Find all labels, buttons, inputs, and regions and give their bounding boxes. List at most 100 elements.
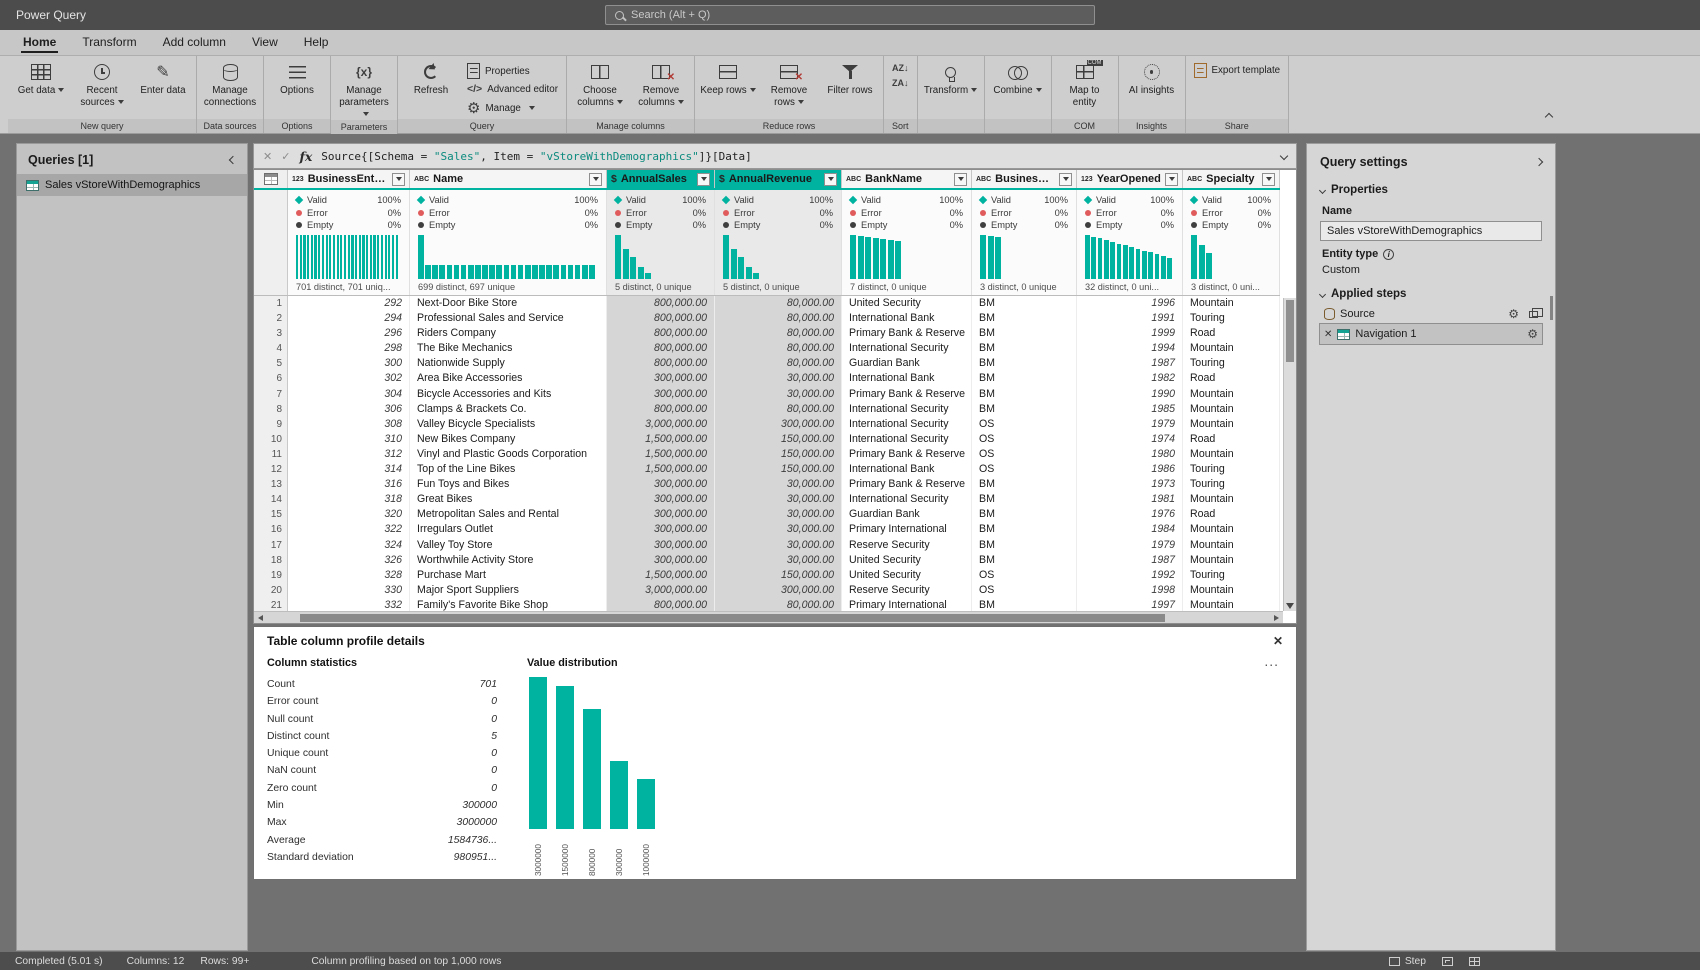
advanced-editor-button[interactable]: Advanced editor	[462, 82, 563, 96]
column-type-icon: ABC	[976, 175, 992, 183]
filter-rows-button[interactable]: Filter rows	[820, 59, 880, 119]
refresh-button[interactable]: Refresh	[401, 59, 461, 119]
remove-columns-icon	[652, 65, 675, 83]
menu-tab-transform[interactable]: Transform	[69, 31, 149, 55]
column-header-businessentityid[interactable]: 123BusinessEntityID	[288, 170, 410, 188]
column-header-bankname[interactable]: ABC BankName	[842, 170, 972, 188]
column-header-businesstype[interactable]: ABCBusinessType	[972, 170, 1077, 188]
menu-tab-add-column[interactable]: Add column	[150, 31, 239, 55]
properties-section-header[interactable]: Properties	[1307, 178, 1555, 200]
applied-step-navigation-1[interactable]: ✕ Navigation 1 ⚙	[1319, 323, 1543, 345]
sort-descending-icon	[892, 78, 909, 89]
query-item-sales-vstorewithdemographics[interactable]: Sales vStoreWithDemographics	[17, 174, 247, 196]
filter-dropdown-specialty[interactable]	[1262, 172, 1275, 186]
row-number: 8	[254, 401, 288, 417]
histogram-bar	[1154, 254, 1160, 279]
column-header-annualrevenue[interactable]: $ AnnualRevenue	[715, 170, 842, 188]
histogram-bar	[1110, 241, 1116, 279]
horizontal-scrollbar[interactable]	[254, 611, 1283, 623]
choose-columns-button[interactable]: Choose columns	[570, 59, 630, 119]
histogram-bar	[377, 234, 380, 279]
vertical-scroll-thumb[interactable]	[1286, 300, 1294, 362]
column-header-name[interactable]: ABC Name	[410, 170, 607, 188]
scroll-right-icon[interactable]	[1274, 615, 1279, 621]
collapse-queries-icon[interactable]	[228, 155, 238, 165]
cell: 1976	[1077, 507, 1183, 523]
map-to-entity-button[interactable]: Map to entity	[1055, 59, 1115, 119]
remove-rows-button[interactable]: Remove rows	[759, 59, 819, 119]
filter-dropdown-yearopened[interactable]	[1165, 172, 1178, 186]
manage-connections-button[interactable]: Manage connections	[200, 59, 260, 119]
menu-tab-help[interactable]: Help	[291, 31, 342, 55]
filter-dropdown-annualrevenue[interactable]	[824, 172, 837, 186]
manage-parameters-icon	[356, 63, 372, 81]
menu-tab-home[interactable]: Home	[10, 31, 69, 55]
cell: International Bank	[842, 371, 972, 387]
cancel-icon[interactable]: ✕	[263, 150, 272, 163]
formula-text[interactable]: Source{[Schema = "Sales", Item = "vStore…	[321, 150, 752, 163]
cell: 80,000.00	[715, 326, 842, 342]
delete-step-icon[interactable]: ✕	[1324, 329, 1332, 340]
properties-button[interactable]: Properties	[462, 62, 563, 80]
status-rows: Rows: 99+	[200, 955, 250, 967]
ribbon-groups: Get dataRecent sourcesEnter dataNew quer…	[0, 56, 1700, 134]
filter-dropdown-businesstype[interactable]	[1059, 172, 1072, 186]
scroll-down-icon[interactable]	[1286, 603, 1294, 609]
vertical-scrollbar[interactable]	[1283, 298, 1296, 611]
step-view-button[interactable]: Step	[1388, 956, 1426, 967]
remove-columns-button[interactable]: Remove columns	[631, 59, 691, 119]
transform-button[interactable]: Transform	[921, 59, 981, 119]
column-header-yearopened[interactable]: 123 YearOpened	[1077, 170, 1183, 188]
histogram-bar	[753, 272, 759, 279]
column-header-annualsales[interactable]: $ AnnualSales	[607, 170, 715, 188]
name-input[interactable]: Sales vStoreWithDemographics	[1320, 221, 1542, 241]
settings-scrollbar[interactable]	[1550, 296, 1553, 320]
horizontal-scroll-thumb[interactable]	[300, 614, 1165, 622]
more-options-icon[interactable]: ...	[1264, 653, 1279, 669]
cell: 318	[288, 492, 410, 508]
step-settings-icon[interactable]: ⚙	[1508, 307, 1519, 321]
enter-data-button[interactable]: Enter data	[133, 59, 193, 119]
filter-dropdown-businessentityid[interactable]	[392, 172, 405, 186]
collapse-settings-icon[interactable]	[1534, 157, 1544, 167]
watermark: خمسات	[683, 822, 858, 876]
recent-sources-button[interactable]: Recent sources	[72, 59, 132, 119]
scroll-left-icon[interactable]	[258, 615, 263, 621]
histogram-bar	[432, 264, 438, 279]
manage-parameters-button[interactable]: Manage parameters	[334, 59, 394, 120]
cell: Touring	[1183, 462, 1280, 478]
check-icon[interactable]: ✓	[281, 150, 290, 163]
manage-button[interactable]: Manage	[462, 98, 563, 118]
filter-dropdown-bankname[interactable]	[954, 172, 967, 186]
step-settings-icon[interactable]: ⚙	[1527, 327, 1538, 341]
menu-tab-view[interactable]: View	[239, 31, 291, 55]
cell: 300,000.00	[607, 477, 715, 493]
sort-ascending-icon-button[interactable]	[887, 62, 914, 75]
empty-marker-icon	[980, 222, 986, 229]
close-icon[interactable]: ✕	[1273, 634, 1283, 648]
export-template-button[interactable]: Export template	[1189, 62, 1286, 79]
grid-view-icon[interactable]	[1469, 956, 1480, 966]
ai-insights-button[interactable]: AI insights	[1122, 59, 1182, 119]
cell: 1987	[1077, 552, 1183, 568]
options-button[interactable]: Options	[267, 59, 327, 119]
applied-step-source[interactable]: Source ⚙	[1320, 304, 1543, 324]
expand-formula-icon[interactable]	[1279, 151, 1289, 161]
diagram-view-icon[interactable]	[1442, 956, 1453, 966]
filter-dropdown-name[interactable]	[589, 172, 602, 186]
search-input[interactable]: Search (Alt + Q)	[605, 5, 1095, 25]
cell: Primary Bank & Reserve	[842, 326, 972, 342]
step-branch-icon[interactable]	[1529, 307, 1543, 318]
column-header-specialty[interactable]: ABC Specialty	[1183, 170, 1280, 188]
sort-descending-icon-button[interactable]	[887, 77, 914, 90]
table-row: 6 302 Area Bike Accessories 300,000.00 30,00…	[254, 371, 1280, 387]
keep-rows-button[interactable]: Keep rows	[698, 59, 758, 119]
filter-dropdown-annualsales[interactable]	[697, 172, 710, 186]
applied-steps-section-header[interactable]: Applied steps	[1307, 282, 1555, 304]
combine-button[interactable]: Combine	[988, 59, 1048, 119]
dropdown-arrow-icon	[827, 177, 834, 181]
select-all-corner[interactable]	[254, 170, 288, 188]
collapse-ribbon-button[interactable]	[1544, 107, 1554, 125]
get-data-button[interactable]: Get data	[11, 59, 71, 119]
histogram-bar	[351, 234, 354, 279]
